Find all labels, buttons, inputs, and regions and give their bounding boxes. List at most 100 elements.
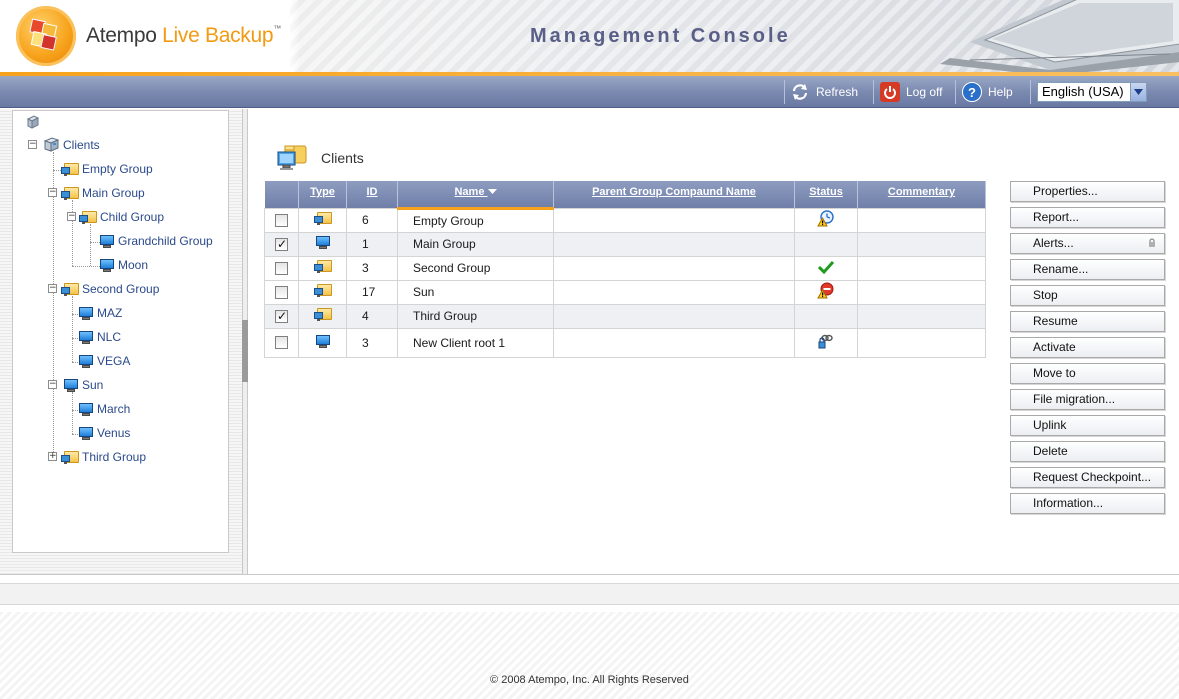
toolbar-separator (873, 80, 874, 104)
table-row[interactable]: 6 Empty Group (264, 207, 986, 233)
activate-button[interactable]: Activate (1010, 337, 1165, 358)
cell-name: Main Group (397, 231, 554, 257)
row-checkbox[interactable] (275, 261, 288, 275)
resume-button[interactable]: Resume (1010, 311, 1165, 332)
tree-collapse-clients[interactable]: − (28, 140, 37, 149)
alerts-button[interactable]: Alerts... (1010, 233, 1165, 254)
cell-name: Second Group (397, 255, 554, 281)
row-checkbox[interactable] (275, 237, 288, 251)
client-icon (315, 235, 331, 250)
column-header-type[interactable]: Type (298, 181, 347, 208)
status-bar (0, 583, 1179, 605)
power-icon (880, 82, 900, 102)
tree-item-third-group[interactable]: Third Group (61, 447, 146, 467)
laptop-image (940, 0, 1179, 76)
information-button[interactable]: Information... (1010, 493, 1165, 514)
table-row[interactable]: 4 Third Group (264, 303, 986, 329)
tree-collapse-second-group[interactable]: − (48, 284, 57, 293)
locked-link-icon (817, 334, 835, 353)
row-checkbox[interactable] (275, 213, 288, 227)
splitter-handle[interactable] (242, 320, 248, 382)
tree-item-moon[interactable]: Moon (99, 255, 148, 275)
tree-root-server-icon[interactable] (26, 115, 40, 129)
clients-table: Type ID Name Parent Group Compaund Name … (264, 181, 986, 358)
client-icon (78, 330, 94, 345)
rename-button[interactable]: Rename... (1010, 259, 1165, 280)
cell-parent (553, 231, 795, 257)
table-row[interactable]: 3 New Client root 1 (264, 327, 986, 358)
clients-folder-icon (277, 145, 307, 170)
cell-parent (553, 303, 795, 329)
column-header-id[interactable]: ID (346, 181, 398, 208)
cell-id: 6 (346, 207, 398, 233)
tree-collapse-child-group[interactable]: − (67, 212, 76, 221)
report-button[interactable]: Report... (1010, 207, 1165, 228)
column-header-parent[interactable]: Parent Group Compaund Name (553, 181, 795, 208)
warning-clock-icon (817, 209, 835, 231)
delete-button[interactable]: Delete (1010, 441, 1165, 462)
properties-button[interactable]: Properties... (1010, 181, 1165, 202)
row-checkbox[interactable] (275, 309, 288, 323)
tree-item-empty-group[interactable]: Empty Group (61, 159, 153, 179)
client-icon (315, 334, 331, 349)
cell-id: 3 (346, 255, 398, 281)
tree-item-label: Grandchild Group (118, 234, 213, 248)
copyright-text: © 2008 Atempo, Inc. All Rights Reserved (490, 674, 689, 686)
tree-item-label: VEGA (97, 354, 131, 368)
tree-connector (72, 200, 73, 266)
table-row[interactable]: 17 Sun (264, 279, 986, 305)
cell-parent (553, 255, 795, 281)
uplink-button[interactable]: Uplink (1010, 415, 1165, 436)
tree-item-main-group[interactable]: Main Group (61, 183, 145, 203)
cell-commentary (857, 303, 986, 329)
table-row[interactable]: 1 Main Group (264, 231, 986, 257)
tree-item-grandchild-group[interactable]: Grandchild Group (99, 231, 213, 251)
console-title: Management Console (530, 25, 791, 47)
stop-button[interactable]: Stop (1010, 285, 1165, 306)
cell-name: Third Group (397, 303, 554, 329)
file-migration-button[interactable]: File migration... (1010, 389, 1165, 410)
tree-item-march[interactable]: March (78, 399, 130, 419)
help-label: Help (988, 85, 1013, 99)
tree-item-sun[interactable]: Sun (63, 375, 103, 395)
column-header-status[interactable]: Status (794, 181, 858, 208)
cell-status (794, 231, 858, 257)
tree-item-clients[interactable]: Clients (43, 135, 100, 155)
tree-item-label: Empty Group (82, 162, 153, 176)
tree-item-maz[interactable]: MAZ (78, 303, 122, 323)
move-to-button[interactable]: Move to (1010, 363, 1165, 384)
client-icon (99, 258, 115, 273)
logoff-button[interactable]: Log off (880, 81, 942, 103)
language-select[interactable]: English (USA) (1037, 82, 1147, 102)
tree-expand-third-group[interactable]: + (48, 452, 57, 461)
client-icon (78, 402, 94, 417)
tree-collapse-main-group[interactable]: − (48, 188, 57, 197)
request-checkpoint-button[interactable]: Request Checkpoint... (1010, 467, 1165, 488)
tree-item-label: Child Group (100, 210, 165, 224)
refresh-button[interactable]: Refresh (790, 81, 858, 103)
tree-item-venus[interactable]: Venus (78, 423, 130, 443)
tree-item-nlc[interactable]: NLC (78, 327, 121, 347)
cell-id: 1 (346, 231, 398, 257)
tree-item-child-group[interactable]: Child Group (79, 207, 164, 227)
row-checkbox[interactable] (275, 285, 288, 299)
tree-connector (72, 296, 73, 362)
tree-item-second-group[interactable]: Second Group (61, 279, 159, 299)
column-header-name[interactable]: Name (397, 181, 554, 210)
cell-commentary (857, 255, 986, 281)
row-checkbox[interactable] (275, 336, 288, 349)
group-icon (313, 283, 332, 298)
chevron-down-icon[interactable] (1130, 83, 1146, 101)
tree-item-label: Venus (97, 426, 131, 440)
help-button[interactable]: ? Help (962, 81, 1013, 103)
app-header: Atempo Live Backup™ Management Console (0, 0, 1179, 76)
client-icon (63, 378, 79, 393)
tree-item-vega[interactable]: VEGA (78, 351, 130, 371)
tree-item-label: MAZ (97, 306, 123, 320)
tree-collapse-sun[interactable]: − (48, 380, 57, 389)
cell-id: 4 (346, 303, 398, 329)
cell-parent (553, 327, 795, 358)
cell-commentary (857, 231, 986, 257)
column-header-commentary[interactable]: Commentary (857, 181, 986, 208)
table-row[interactable]: 3 Second Group (264, 255, 986, 281)
